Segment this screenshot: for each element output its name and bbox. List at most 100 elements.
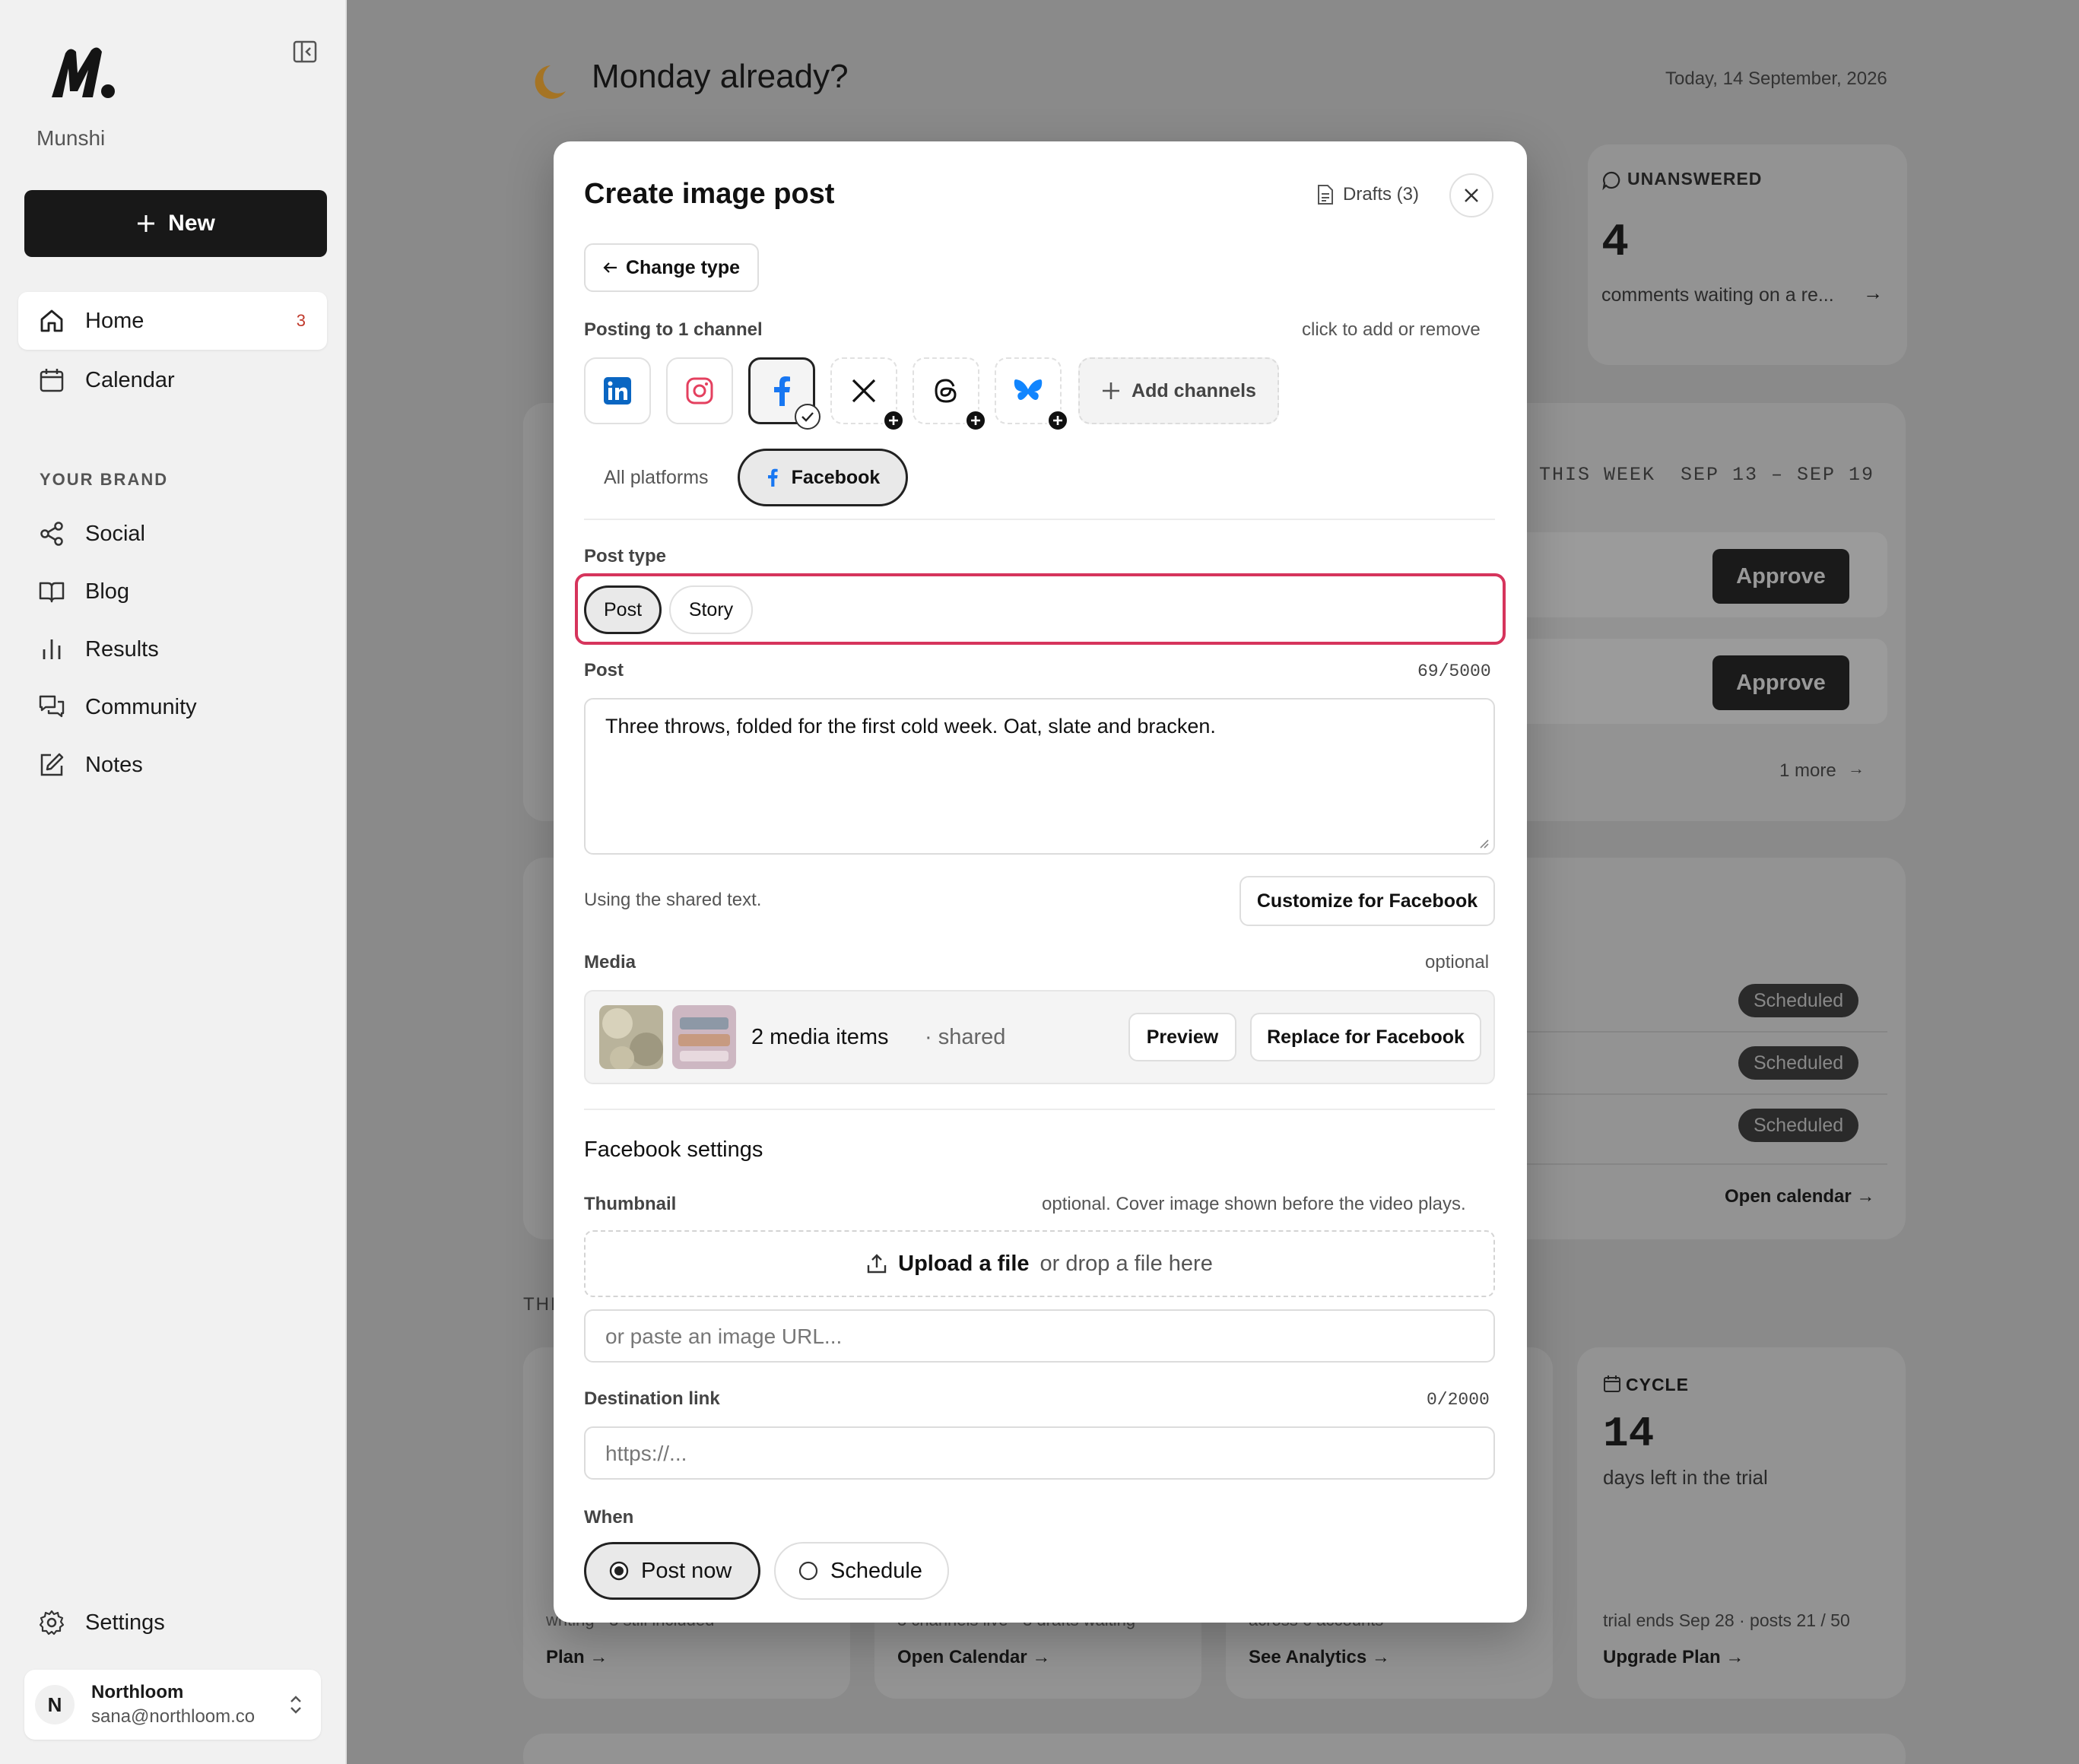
sidebar-item-notes[interactable]: Notes — [18, 736, 327, 794]
share-icon — [40, 522, 63, 546]
schedule-label: Schedule — [830, 1558, 922, 1583]
arrow-right-icon: → — [1848, 759, 1865, 778]
sidebar-item-social[interactable]: Social — [18, 505, 327, 563]
cycle-value: 14 — [1603, 1410, 1655, 1458]
media-row: 2 media items · shared Preview Replace f… — [584, 990, 1495, 1084]
posting-to-label: Posting to 1 channel — [584, 319, 763, 340]
sidebar-item-community[interactable]: Community — [18, 678, 327, 736]
add-channels-button[interactable]: Add channels — [1078, 357, 1279, 424]
channel-bluesky[interactable] — [995, 357, 1069, 432]
sidebar-item-home[interactable]: Home 3 — [18, 292, 327, 350]
customize-for-facebook-button[interactable]: Customize for Facebook — [1239, 876, 1495, 926]
tab-all-platforms[interactable]: All platforms — [604, 467, 709, 489]
radio-unselected-icon — [798, 1561, 818, 1581]
post-text: Three throws, folded for the first cold … — [605, 715, 1216, 738]
collapse-sidebar-icon[interactable] — [292, 40, 319, 64]
facebook-settings-heading: Facebook settings — [584, 1137, 763, 1162]
channel-facebook[interactable] — [748, 357, 820, 430]
image-url-input[interactable]: or paste an image URL... — [584, 1309, 1495, 1363]
scheduled-badge: Scheduled — [1738, 1046, 1859, 1080]
add-channels-label: Add channels — [1132, 379, 1256, 401]
media-count: 2 media items — [751, 1025, 889, 1049]
sidebar-item-label: Calendar — [85, 367, 175, 392]
tab-facebook[interactable]: Facebook — [738, 449, 908, 506]
post-type-story[interactable]: Story — [669, 585, 753, 634]
post-type-post[interactable]: Post — [584, 585, 662, 634]
more-link[interactable]: 1 more — [1779, 760, 1836, 782]
threads-icon — [935, 379, 957, 403]
today-date: Today, 14 September, 2026 — [1665, 68, 1887, 89]
image-url-placeholder: or paste an image URL... — [605, 1325, 843, 1348]
account-switcher[interactable]: N Northloom sana@northloom.co — [24, 1670, 321, 1740]
upload-label: Upload a file — [898, 1251, 1030, 1276]
divider — [1512, 1093, 1887, 1095]
media-optional: optional — [1425, 952, 1490, 972]
cycle-card: CYCLE 14 days left in the trial trial en… — [1577, 1347, 1906, 1699]
media-label: Media — [584, 952, 636, 972]
upgrade-plan-link[interactable]: Upgrade Plan → — [1603, 1647, 1744, 1668]
page-title: Monday already? — [592, 58, 849, 95]
media-shared: · shared — [925, 1025, 1006, 1049]
approve-button[interactable]: Approve — [1712, 655, 1849, 710]
media-thumbnail[interactable] — [599, 1005, 663, 1069]
open-calendar-link[interactable]: Open calendar → — [1725, 1186, 1874, 1207]
sidebar-item-blog[interactable]: Blog — [18, 563, 327, 620]
change-type-button[interactable]: Change type — [584, 243, 759, 292]
divider — [584, 1109, 1495, 1110]
see-analytics-link[interactable]: See Analytics → — [1249, 1647, 1390, 1668]
sidebar-item-results[interactable]: Results — [18, 620, 327, 678]
destination-link-label: Destination link — [584, 1388, 720, 1409]
unanswered-card[interactable]: UNANSWERED 4 comments waiting on a re...… — [1588, 144, 1907, 365]
close-button[interactable] — [1449, 173, 1493, 217]
next-card — [523, 1734, 1906, 1764]
resize-handle-icon[interactable] — [1477, 836, 1489, 849]
thumbnail-dropzone[interactable]: Upload a file or drop a file here — [584, 1230, 1495, 1297]
plan-link[interactable]: Plan → — [546, 1647, 608, 1668]
moon-icon — [535, 65, 566, 99]
replace-for-facebook-button[interactable]: Replace for Facebook — [1250, 1013, 1481, 1061]
channel-threads[interactable] — [913, 357, 987, 432]
edit-note-icon — [40, 753, 64, 776]
divider — [1512, 1163, 1887, 1165]
new-button[interactable]: New — [24, 190, 327, 257]
media-thumbnail[interactable] — [672, 1005, 736, 1069]
drafts-label: Drafts (3) — [1343, 184, 1420, 205]
sidebar-item-label: Results — [85, 636, 159, 662]
week-range: SEP 13 – SEP 19 — [1681, 464, 1875, 486]
post-type-label: Post type — [584, 546, 667, 566]
change-type-label: Change type — [625, 256, 741, 278]
channel-x[interactable] — [830, 357, 905, 432]
arrow-right-icon: → — [1863, 281, 1883, 304]
sidebar-item-calendar[interactable]: Calendar — [18, 351, 327, 409]
preview-button[interactable]: Preview — [1128, 1013, 1236, 1061]
create-post-modal: Create image post Drafts (3) Change type… — [554, 141, 1527, 1623]
plus-icon — [964, 409, 987, 432]
post-textarea[interactable]: Three throws, folded for the first cold … — [584, 698, 1495, 855]
channel-linkedin[interactable] — [584, 357, 651, 424]
unanswered-desc: comments waiting on a re... — [1601, 284, 1834, 306]
sidebar-item-label: Notes — [85, 752, 143, 777]
when-schedule[interactable]: Schedule — [774, 1542, 949, 1600]
new-button-label: New — [168, 211, 215, 236]
upload-hint: or drop a file here — [1040, 1251, 1213, 1276]
gear-icon — [39, 1610, 65, 1636]
post-now-label: Post now — [641, 1558, 732, 1583]
instagram-icon — [686, 377, 713, 405]
channel-instagram[interactable] — [666, 357, 733, 424]
open-calendar-link[interactable]: Open Calendar → — [897, 1647, 1050, 1668]
thumbnail-hint: optional. Cover image shown before the v… — [1042, 1194, 1466, 1214]
drafts-button[interactable]: Drafts (3) — [1317, 179, 1419, 210]
plus-icon — [1103, 382, 1120, 399]
chevron-up-down-icon — [290, 1696, 301, 1714]
radio-selected-icon — [609, 1561, 629, 1581]
upload-icon — [867, 1254, 887, 1274]
sidebar-item-label: Community — [85, 694, 197, 719]
approve-button[interactable]: Approve — [1712, 549, 1849, 604]
home-count-badge: 3 — [296, 311, 306, 330]
arrow-left-icon — [603, 262, 617, 273]
destination-link-input[interactable]: https://... — [584, 1426, 1495, 1480]
chat-bubbles-icon — [39, 695, 65, 718]
sidebar-item-settings[interactable]: Settings — [18, 1594, 327, 1651]
close-icon — [1465, 189, 1478, 202]
when-post-now[interactable]: Post now — [584, 1542, 760, 1600]
